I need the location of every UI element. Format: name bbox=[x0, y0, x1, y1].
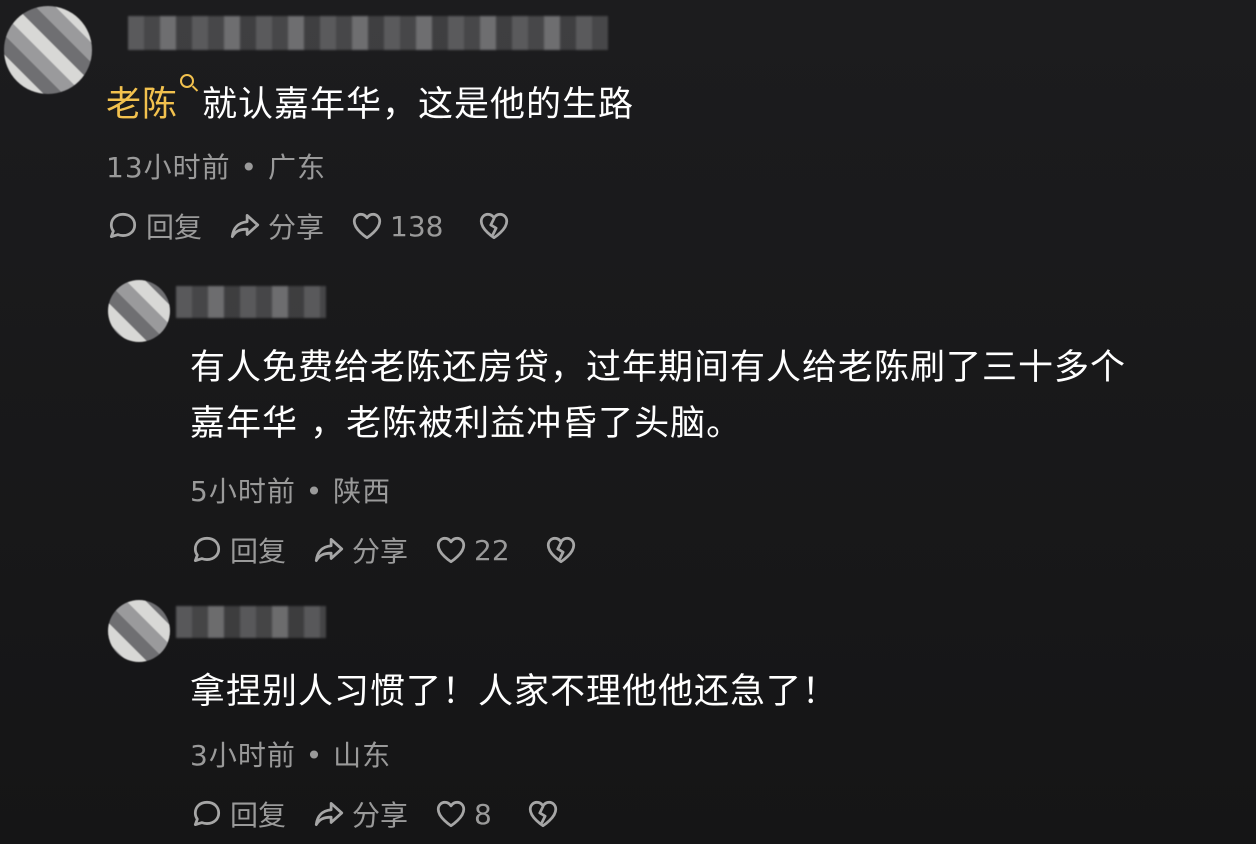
comment-location: 广东 bbox=[267, 151, 326, 184]
reply-label: 回复 bbox=[230, 799, 287, 832]
reply-label: 回复 bbox=[146, 211, 203, 244]
comment-time: 3小时前 bbox=[190, 739, 296, 772]
share-label: 分享 bbox=[352, 535, 409, 568]
comment-body: 拿捏别人习惯了！人家不理他他还急了！ bbox=[190, 664, 838, 720]
dislike-button[interactable] bbox=[544, 533, 578, 567]
comment-text: 拿捏别人习惯了！人家不理他他还急了！ bbox=[190, 672, 839, 712]
reply-bubble-icon bbox=[193, 800, 221, 827]
reply-button[interactable]: 回复 bbox=[190, 794, 286, 834]
comment-author[interactable]: 老陈 bbox=[106, 85, 178, 125]
meta-separator: • bbox=[295, 739, 334, 772]
blurred-previous-text bbox=[128, 16, 608, 50]
share-arrow-icon bbox=[314, 801, 344, 827]
comment-text-line: 有人免费给老陈还房贷，过年期间有人给老陈刷了三十多个 bbox=[190, 348, 1127, 388]
share-button[interactable]: 分享 bbox=[312, 794, 408, 834]
reply-button[interactable]: 回复 bbox=[190, 530, 286, 570]
comment-time: 5小时前 bbox=[190, 475, 296, 508]
comment-actions: 回复 分享 8 bbox=[190, 794, 560, 834]
like-count: 8 bbox=[474, 797, 492, 831]
share-button[interactable]: 分享 bbox=[228, 206, 324, 246]
dislike-button[interactable] bbox=[477, 209, 511, 243]
broken-heart-icon bbox=[546, 536, 575, 564]
comment-actions: 回复 分享 138 bbox=[106, 206, 511, 246]
reply-bubble-icon bbox=[193, 536, 221, 563]
share-label: 分享 bbox=[268, 211, 325, 244]
comment-location: 陕西 bbox=[333, 475, 392, 508]
heart-icon bbox=[352, 212, 382, 240]
avatar[interactable] bbox=[108, 600, 170, 662]
like-button[interactable]: 138 bbox=[350, 209, 443, 243]
share-button[interactable]: 分享 bbox=[312, 530, 408, 570]
meta-separator: • bbox=[230, 151, 268, 184]
comment-screen: 老陈 就认嘉年华，这是他的生路 13小时前 • 广东 回复 分享 138 有人免费… bbox=[0, 0, 1256, 844]
avatar[interactable] bbox=[108, 280, 170, 342]
meta-separator: • bbox=[295, 475, 334, 508]
comment-body: 有人免费给老陈还房贷，过年期间有人给老陈刷了三十多个 嘉年华 ，老陈被利益冲昏了… bbox=[190, 340, 1126, 452]
comment-time: 13小时前 bbox=[106, 151, 231, 184]
dislike-button[interactable] bbox=[526, 797, 560, 831]
share-label: 分享 bbox=[352, 799, 409, 832]
heart-icon bbox=[436, 800, 466, 828]
like-button[interactable]: 8 bbox=[434, 797, 492, 831]
reply-button[interactable]: 回复 bbox=[106, 206, 202, 246]
comment-meta: 3小时前 • 山东 bbox=[190, 734, 391, 774]
comment-text-line: 嘉年华 ，老陈被利益冲昏了头脑。 bbox=[190, 404, 743, 444]
search-icon[interactable] bbox=[180, 74, 195, 88]
comment-text: 就认嘉年华，这是他的生路 bbox=[202, 85, 635, 125]
comment-actions: 回复 分享 22 bbox=[190, 530, 578, 570]
broken-heart-icon bbox=[528, 800, 557, 828]
blurred-username bbox=[176, 606, 326, 638]
comment-location: 山东 bbox=[333, 739, 392, 772]
comment-meta: 5小时前 • 陕西 bbox=[190, 470, 391, 510]
avatar[interactable] bbox=[4, 6, 92, 94]
reply-bubble-icon bbox=[109, 212, 137, 239]
comment-body: 老陈 就认嘉年华，这是他的生路 bbox=[106, 74, 634, 133]
share-arrow-icon bbox=[314, 537, 344, 563]
like-count: 138 bbox=[390, 209, 444, 243]
heart-icon bbox=[436, 536, 466, 564]
like-button[interactable]: 22 bbox=[434, 533, 510, 567]
comment-meta: 13小时前 • 广东 bbox=[106, 146, 326, 186]
share-arrow-icon bbox=[230, 213, 260, 239]
broken-heart-icon bbox=[480, 212, 509, 240]
reply-label: 回复 bbox=[230, 535, 287, 568]
like-count: 22 bbox=[474, 533, 510, 567]
blurred-username bbox=[176, 286, 326, 318]
